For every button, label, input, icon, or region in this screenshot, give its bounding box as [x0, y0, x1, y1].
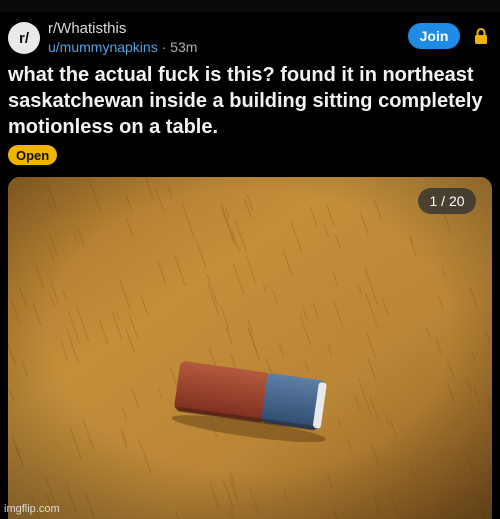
status-bar	[0, 0, 500, 12]
post-header: r/ r/Whatisthis u/mummynapkins · 53m Joi…	[8, 20, 492, 56]
author-link[interactable]: u/mummynapkins	[48, 39, 158, 55]
watermark: imgflip.com	[4, 503, 60, 515]
subreddit-name[interactable]: r/Whatisthis	[48, 20, 126, 37]
eraser-photo	[8, 177, 492, 519]
post-meta: u/mummynapkins · 53m	[48, 39, 197, 55]
image-counter: 1 / 20	[418, 188, 476, 214]
post-image[interactable]	[8, 177, 492, 519]
post-age: 53m	[170, 39, 198, 55]
flair-badge[interactable]: Open	[8, 145, 58, 165]
meta-separator: ·	[161, 39, 167, 55]
join-button[interactable]: Join	[408, 23, 460, 49]
post-title[interactable]: what the actual fuck is this? found it i…	[8, 62, 492, 140]
lock-icon	[475, 28, 487, 44]
subreddit-icon[interactable]: r/	[8, 22, 40, 54]
